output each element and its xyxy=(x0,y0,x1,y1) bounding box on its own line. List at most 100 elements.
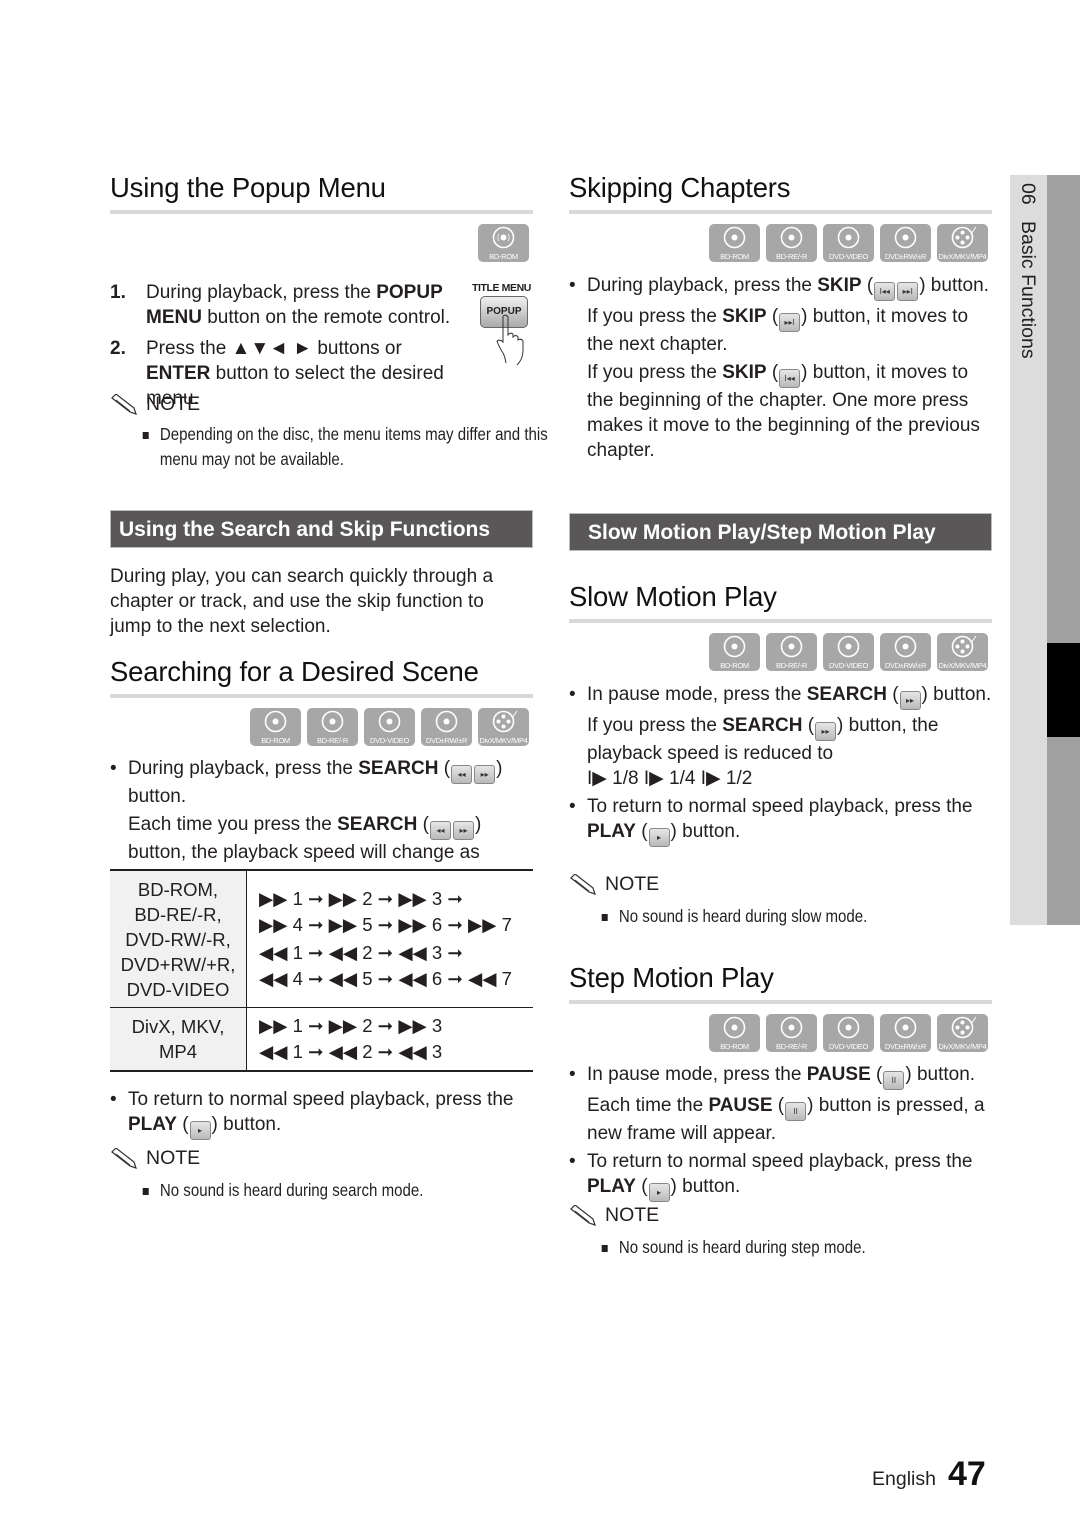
pencil-note-icon xyxy=(570,873,596,895)
film-reel-icon xyxy=(492,710,518,733)
chapter-title: Basic Functions xyxy=(1017,220,1039,359)
disc-icon xyxy=(378,710,401,733)
search-speed-table: BD-ROM, BD-RE/-R, DVD-RW/-R, DVD+RW/+R, … xyxy=(110,869,533,1072)
slow-motion-note: NOTE No sound is heard during slow mode. xyxy=(569,873,1080,929)
dvd-rw-badge: DVD±RW/±R xyxy=(421,708,472,746)
title-rule xyxy=(569,1000,992,1004)
film-reel-icon xyxy=(951,635,977,658)
popup-remote-button-illustration: TITLE MENU POPUP xyxy=(472,282,538,366)
searching-section: Searching for a Desired Scene xyxy=(110,656,533,698)
step-number: 1. xyxy=(110,282,126,303)
skipping-title: Skipping Chapters xyxy=(569,172,791,203)
searching-disc-badges: BD-ROM BD-RE/-R DVD-VIDEO DVD±RW/±R DivX… xyxy=(110,708,529,746)
slow-motion-title: Slow Motion Play xyxy=(569,581,777,612)
skipping-section: Skipping Chapters xyxy=(569,172,992,214)
square-bullet xyxy=(142,432,149,439)
bullet-item: • During playback, press the SKIP (I◂◂ ▸▸… xyxy=(569,273,999,301)
step-text: During playback, press the xyxy=(146,282,377,303)
text: button. xyxy=(925,275,989,296)
bullet-dot: • xyxy=(110,1089,117,1110)
chapter-tab-marker xyxy=(1047,643,1080,737)
note-text: No sound is heard during slow mode. xyxy=(618,906,868,926)
speed-sequence: ◀◀ 1 ➞ ◀◀ 2 ➞ ◀◀ 3 xyxy=(259,1041,443,1062)
note-item: Depending on the disc, the menu items ma… xyxy=(110,422,581,472)
text: button. xyxy=(217,1114,282,1135)
text: button. xyxy=(676,1176,741,1197)
bullet-dot: • xyxy=(569,1151,576,1172)
divx-badge: DivX/MKV/MP4 xyxy=(937,1014,988,1052)
chapter-tab-strip xyxy=(1047,175,1080,925)
text: To return to normal speed playback, pres… xyxy=(587,1151,973,1172)
badge-label: DivX/MKV/MP4 xyxy=(938,1042,987,1051)
keyword: PLAY xyxy=(587,1176,636,1197)
badge-label: DVD-VIDEO xyxy=(829,661,868,670)
search-skip-section-bar: Using the Search and Skip Functions xyxy=(110,510,533,548)
disc-icon xyxy=(894,635,917,658)
sub-paragraph: If you press the SKIP (▸▸I) button, it m… xyxy=(587,306,969,355)
text: Each time you press the xyxy=(128,814,338,835)
note-label: NOTE xyxy=(146,1147,201,1169)
text: To return to normal speed playback, pres… xyxy=(587,796,973,817)
pencil-note-icon xyxy=(111,1147,137,1169)
step-motion-note: NOTE No sound is heard during step mode. xyxy=(569,1204,1080,1260)
badge-label: DVD±RW/±R xyxy=(884,661,927,670)
disc-icon xyxy=(723,1016,746,1039)
sub-paragraph: If you press the SKIP (I◂◂) button, it m… xyxy=(587,362,980,461)
step-text: button on the remote control. xyxy=(201,307,451,328)
pencil-note-icon xyxy=(111,393,137,415)
note-heading: NOTE xyxy=(569,873,1080,896)
square-bullet xyxy=(601,914,608,921)
speed-sequence-cell: ▶▶ 1 ➞ ▶▶ 2 ➞ ▶▶ 3 ◀◀ 1 ➞ ◀◀ 2 ➞ ◀◀ 3 xyxy=(247,1008,534,1072)
searching-title: Searching for a Desired Scene xyxy=(110,656,479,687)
disc-icon xyxy=(435,710,458,733)
dvd-video-badge: DVD-VIDEO xyxy=(823,633,874,671)
fast-forward-button-icon: ▸▸ xyxy=(452,821,474,840)
dvd-rw-badge: DVD±RW/±R xyxy=(880,1014,931,1052)
divx-badge: DivX/MKV/MP4 xyxy=(937,633,988,671)
search-skip-intro: During play, you can search quickly thro… xyxy=(110,566,494,637)
fast-forward-button-icon: ▸▸ xyxy=(899,691,921,710)
badge-label: BD-ROM xyxy=(720,252,749,261)
bullet-dot: • xyxy=(110,758,117,779)
rewind-button-icon: ◂◂ xyxy=(451,765,473,784)
note-label: NOTE xyxy=(605,873,660,895)
square-bullet xyxy=(601,1245,608,1252)
film-reel-icon xyxy=(951,226,977,249)
disc-type-cell: DivX, MKV, MP4 xyxy=(110,1007,247,1071)
bd-re-badge: BD-RE/-R xyxy=(307,708,358,746)
badge-label: BD-ROM xyxy=(261,736,290,745)
badge-label: BD-ROM xyxy=(720,1042,749,1051)
keyword: PAUSE xyxy=(708,1095,773,1116)
disc-type: BD-ROM, xyxy=(137,878,219,900)
disc-type-cell: BD-ROM, BD-RE/-R, DVD-RW/-R, DVD+RW/+R, … xyxy=(110,870,247,1008)
keyword: PLAY xyxy=(587,821,636,842)
speed-sequence: ▶▶ 1 ➞ ▶▶ 2 ➞ ▶▶ 3 ➞ xyxy=(259,888,463,909)
pointing-hand-icon xyxy=(496,314,524,366)
dvd-video-badge: DVD-VIDEO xyxy=(823,1014,874,1052)
skip-previous-button-icon: I◂◂ xyxy=(874,282,896,301)
disc-icon xyxy=(321,710,344,733)
popup-menu-title: Using the Popup Menu xyxy=(110,172,386,203)
chapter-tab-label: 06 Basic Functions xyxy=(1016,183,1039,359)
skip-next-button-icon: ▸▸I xyxy=(897,282,919,301)
text: button. xyxy=(676,821,741,842)
title-rule xyxy=(569,210,992,214)
slow-speed-sequence: I▶ 1/8 I▶ 1/4 I▶ 1/2 xyxy=(587,768,753,789)
disc-icon xyxy=(894,226,917,249)
footer-language: English xyxy=(872,1468,936,1490)
play-button-icon: ▸ xyxy=(648,1183,670,1202)
dvd-video-badge: DVD-VIDEO xyxy=(823,224,874,262)
fast-forward-button-icon: ▸▸ xyxy=(474,765,496,784)
disc-icon xyxy=(837,635,860,658)
disc-icon xyxy=(837,226,860,249)
disc-type: DivX, MKV, MP4 xyxy=(131,1016,225,1062)
bd-rom-badge: BD-ROM xyxy=(709,633,760,671)
page-number: 47 xyxy=(948,1455,986,1493)
keyword: SKIP xyxy=(722,306,767,327)
dvd-video-badge: DVD-VIDEO xyxy=(364,708,415,746)
disc-icon xyxy=(780,226,803,249)
note-text: Depending on the disc, the menu items ma… xyxy=(159,424,548,469)
dvd-rw-badge: DVD±RW/±R xyxy=(880,633,931,671)
disc-icon xyxy=(894,1016,917,1039)
bd-re-badge: BD-RE/-R xyxy=(766,1014,817,1052)
